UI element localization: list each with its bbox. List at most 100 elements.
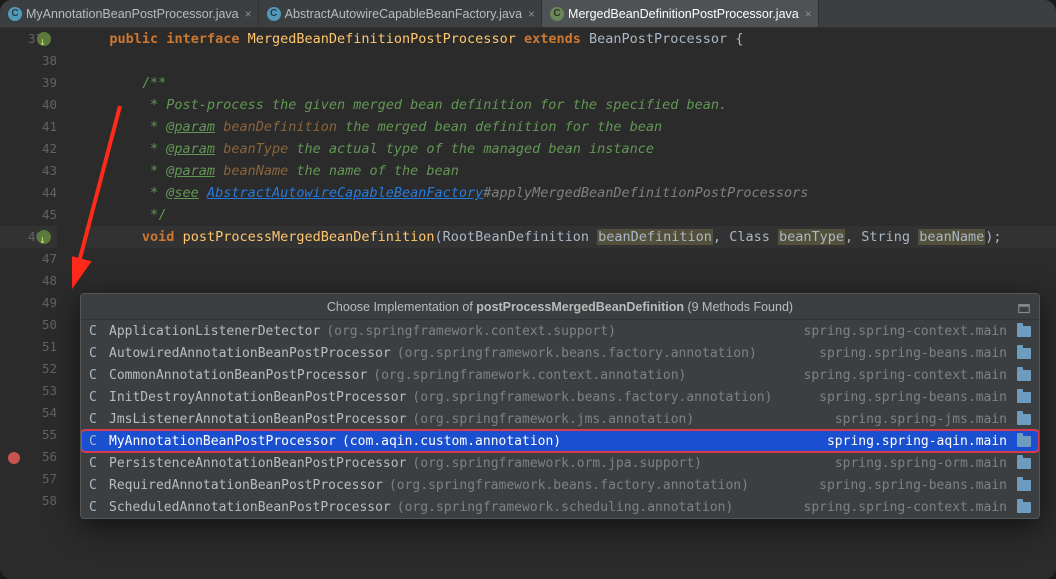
- impl-item-6[interactable]: CPersistenceAnnotationBeanPostProcessor …: [81, 452, 1039, 474]
- gutter-line-57: 57: [0, 468, 57, 490]
- module-icon: [1017, 348, 1031, 359]
- code-line-37[interactable]: public interface MergedBeanDefinitionPos…: [85, 28, 1056, 50]
- class-icon: C: [89, 412, 103, 426]
- tab-label: AbstractAutowireCapableBeanFactory.java: [285, 7, 522, 21]
- class-icon: C: [267, 7, 281, 21]
- impl-module: spring.spring-orm.main: [835, 456, 1007, 471]
- class-icon: C: [89, 456, 103, 470]
- impl-package: (org.springframework.beans.factory.annot…: [412, 390, 772, 405]
- module-icon: [1017, 414, 1031, 425]
- tab-file-2[interactable]: C MergedBeanDefinitionPostProcessor.java…: [542, 0, 819, 27]
- impl-name: JmsListenerAnnotationBeanPostProcessor: [109, 412, 406, 427]
- gutter-line-38: 38: [0, 50, 57, 72]
- tab-label: MergedBeanDefinitionPostProcessor.java: [568, 7, 799, 21]
- tab-label: MyAnnotationBeanPostProcessor.java: [26, 7, 239, 21]
- override-icon[interactable]: [37, 32, 51, 46]
- class-icon: C: [89, 500, 103, 514]
- impl-name: CommonAnnotationBeanPostProcessor: [109, 368, 367, 383]
- code-line-42[interactable]: * @param beanType the actual type of the…: [85, 138, 1056, 160]
- impl-module: spring.spring-aqin.main: [827, 434, 1007, 449]
- gutter-line-39: 39: [0, 72, 57, 94]
- gutter-line-44: 44: [0, 182, 57, 204]
- impl-name: AutowiredAnnotationBeanPostProcessor: [109, 346, 391, 361]
- editor-area[interactable]: 3738394041424344454647484950515253545556…: [0, 28, 1056, 579]
- module-icon: [1017, 370, 1031, 381]
- class-icon: C: [89, 368, 103, 382]
- impl-package: (org.springframework.orm.jpa.support): [412, 456, 702, 471]
- impl-item-2[interactable]: C CommonAnnotationBeanPostProcessor (org.…: [81, 364, 1039, 386]
- class-icon: C: [89, 478, 103, 492]
- popup-title: Choose Implementation of postProcessMerg…: [81, 294, 1039, 320]
- class-icon: C: [550, 7, 564, 21]
- impl-item-0[interactable]: C ApplicationListenerDetector (org.spring…: [81, 320, 1039, 342]
- tab-file-1[interactable]: C AbstractAutowireCapableBeanFactory.jav…: [259, 0, 542, 27]
- impl-module: spring.spring-jms.main: [835, 412, 1007, 427]
- gutter-line-40: 40: [0, 94, 57, 116]
- gutter-line-45: 45: [0, 204, 57, 226]
- impl-package: (org.springframework.context.annotation): [373, 368, 686, 383]
- gutter-line-47: 47: [0, 248, 57, 270]
- gutter: 3738394041424344454647484950515253545556…: [0, 28, 85, 579]
- module-icon: [1017, 326, 1031, 337]
- impl-package: (org.springframework.scheduling.annotati…: [397, 500, 734, 515]
- impl-package: (org.springframework.jms.annotation): [412, 412, 694, 427]
- impl-name: ApplicationListenerDetector: [109, 324, 320, 339]
- code-line-39[interactable]: /**: [85, 72, 1056, 94]
- override-icon[interactable]: [37, 230, 51, 244]
- gutter-line-41: 41: [0, 116, 57, 138]
- impl-item-7[interactable]: CRequiredAnnotationBeanPostProcessor (or…: [81, 474, 1039, 496]
- gutter-line-51: 51: [0, 336, 57, 358]
- tab-file-0[interactable]: C MyAnnotationBeanPostProcessor.java ×: [0, 0, 259, 27]
- implementations-popup: Choose Implementation of postProcessMerg…: [80, 293, 1040, 519]
- gutter-line-56: 56: [0, 446, 57, 468]
- close-icon[interactable]: ×: [528, 7, 535, 21]
- impl-package: (com.aqin.custom.annotation): [342, 434, 561, 449]
- impl-item-8[interactable]: C ScheduledAnnotationBeanPostProcessor (o…: [81, 496, 1039, 518]
- module-icon: [1017, 436, 1031, 447]
- class-icon: C: [89, 434, 103, 448]
- class-icon: C: [89, 346, 103, 360]
- gutter-line-54: 54: [0, 402, 57, 424]
- gutter-line-42: 42: [0, 138, 57, 160]
- pin-icon[interactable]: [1017, 299, 1031, 325]
- popup-title-prefix: Choose Implementation of: [327, 300, 476, 314]
- impl-package: (org.springframework.context.support): [326, 324, 616, 339]
- code-line-46[interactable]: void postProcessMergedBeanDefinition(Roo…: [85, 226, 1056, 248]
- class-icon: C: [89, 390, 103, 404]
- impl-module: spring.spring-beans.main: [819, 390, 1007, 405]
- impl-package: (org.springframework.beans.factory.annot…: [397, 346, 757, 361]
- code-line-45[interactable]: */: [85, 204, 1056, 226]
- impl-item-4[interactable]: CJmsListenerAnnotationBeanPostProcessor …: [81, 408, 1039, 430]
- impl-item-1[interactable]: C AutowiredAnnotationBeanPostProcessor (o…: [81, 342, 1039, 364]
- impl-module: spring.spring-context.main: [804, 368, 1008, 383]
- gutter-line-43: 43: [0, 160, 57, 182]
- code-line-47[interactable]: [85, 248, 1056, 270]
- popup-list: C ApplicationListenerDetector (org.spring…: [81, 320, 1039, 518]
- gutter-line-50: 50: [0, 314, 57, 336]
- impl-module: spring.spring-context.main: [804, 324, 1008, 339]
- impl-module: spring.spring-beans.main: [819, 478, 1007, 493]
- impl-name: MyAnnotationBeanPostProcessor: [109, 434, 336, 449]
- gutter-line-58: 58: [0, 490, 57, 512]
- module-icon: [1017, 458, 1031, 469]
- code-line-43[interactable]: * @param beanName the name of the bean: [85, 160, 1056, 182]
- code-line-38[interactable]: [85, 50, 1056, 72]
- impl-name: InitDestroyAnnotationBeanPostProcessor: [109, 390, 406, 405]
- impl-name: PersistenceAnnotationBeanPostProcessor: [109, 456, 406, 471]
- code-line-48[interactable]: [85, 270, 1056, 292]
- module-icon: [1017, 480, 1031, 491]
- impl-name: ScheduledAnnotationBeanPostProcessor: [109, 500, 391, 515]
- module-icon: [1017, 392, 1031, 403]
- impl-item-5[interactable]: C MyAnnotationBeanPostProcessor (com.aqin…: [81, 430, 1039, 452]
- class-icon: C: [89, 324, 103, 338]
- impl-module: spring.spring-context.main: [804, 500, 1008, 515]
- impl-item-3[interactable]: CInitDestroyAnnotationBeanPostProcessor …: [81, 386, 1039, 408]
- gutter-line-46: 46: [0, 226, 57, 248]
- close-icon[interactable]: ×: [245, 7, 252, 21]
- code-line-40[interactable]: * Post-process the given merged bean def…: [85, 94, 1056, 116]
- close-icon[interactable]: ×: [805, 7, 812, 21]
- code-line-44[interactable]: * @see AbstractAutowireCapableBeanFactor…: [85, 182, 1056, 204]
- popup-title-method: postProcessMergedBeanDefinition: [476, 300, 684, 314]
- code-line-41[interactable]: * @param beanDefinition the merged bean …: [85, 116, 1056, 138]
- gutter-line-49: 49: [0, 292, 57, 314]
